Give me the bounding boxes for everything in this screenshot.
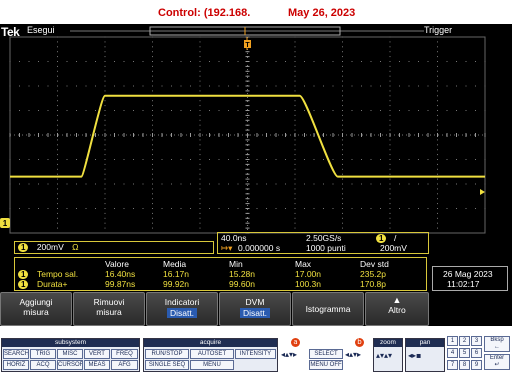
trigger-slope-icon: / xyxy=(394,233,397,243)
key-2[interactable]: 2 xyxy=(459,336,470,346)
meas-label-width: Durata+ xyxy=(37,279,68,289)
cursor-key[interactable]: CURSOR xyxy=(57,360,83,370)
key-9[interactable]: 9 xyxy=(471,360,482,370)
record-length: 1000 punti xyxy=(306,243,346,253)
zoom-group: zoom ▴▾▴▾ xyxy=(373,338,403,372)
ch1-coupling-icon: Ω xyxy=(72,242,79,252)
meas-max: 17.00n xyxy=(295,269,321,279)
key-7[interactable]: 7 xyxy=(447,360,458,370)
ch1-badge: 1 xyxy=(18,243,29,252)
misc-key[interactable]: MISC xyxy=(57,349,83,359)
meas-mean: 99.92n xyxy=(163,279,189,289)
key-6[interactable]: 6 xyxy=(471,348,482,358)
acquire-title: acquire xyxy=(144,339,277,347)
multipurpose-group: a b ◂▴▾▸ SELECT MENU OFF ◂▴▾▸ xyxy=(281,338,371,372)
histogram-button[interactable]: Istogramma xyxy=(292,292,364,326)
zoom-arrows-icon[interactable]: ▴▾▴▾ xyxy=(376,351,392,360)
meas-label-rise: Tempo sal. xyxy=(37,269,79,279)
acquire-group: acquire RUN/STOP AUTOSET INTENSITY SINGL… xyxy=(143,338,278,372)
key-8[interactable]: 8 xyxy=(459,360,470,370)
trigger-level: 200mV xyxy=(380,243,407,253)
enter-key[interactable]: Enter ↵ xyxy=(484,354,510,370)
meas-max: 100.3n xyxy=(295,279,321,289)
pan-title: pan xyxy=(406,339,444,347)
meas-stddev: 235.2p xyxy=(360,269,386,279)
table-row: 1 xyxy=(18,279,29,289)
meas-value: 99.87ns xyxy=(105,279,136,289)
freq-key[interactable]: FREQ xyxy=(111,349,138,359)
knob-a-arrows-icon[interactable]: ◂▴▾▸ xyxy=(281,350,297,359)
horizontal-position: 0.000000 s xyxy=(238,243,281,253)
oscilloscope-display: Tek Esegui Trigger T 1 1 200mV Ω 40.0ns … xyxy=(0,24,512,326)
meas-stddev: 170.8p xyxy=(360,279,386,289)
sample-rate: 2.50GS/s xyxy=(306,233,342,243)
ch1-scale: 200mV xyxy=(36,242,64,252)
meas-key[interactable]: MEAS xyxy=(84,360,110,370)
table-row: 1 xyxy=(18,269,29,279)
datetime-box: 26 Mag 2023 11:02:17 xyxy=(432,266,508,291)
trigger-source-badge: 1 xyxy=(376,233,387,243)
meas-min: 15.28n xyxy=(229,269,255,279)
col-media: Media xyxy=(163,259,187,269)
horizontal-scale: 40.0ns xyxy=(221,233,247,243)
col-valore: Valore xyxy=(105,259,129,269)
key-3[interactable]: 3 xyxy=(471,336,482,346)
key-5[interactable]: 5 xyxy=(459,348,470,358)
meas-value: 16.40ns xyxy=(105,269,136,279)
intensity-key[interactable]: INTENSITY xyxy=(235,349,276,359)
backspace-key[interactable]: Bksp ← xyxy=(484,336,510,352)
autoset-key[interactable]: AUTOSET xyxy=(190,349,234,359)
acq-key[interactable]: ACQ xyxy=(30,360,56,370)
measurement-table: Valore Media Min Max Dev std 1 Tempo sal… xyxy=(14,257,427,291)
record-view-bar xyxy=(70,26,424,36)
trigger-position-marker: T xyxy=(244,37,251,50)
col-max: Max xyxy=(295,259,312,269)
menu-key[interactable]: MENU xyxy=(190,360,234,370)
graticule-grid xyxy=(9,36,486,234)
pan-arrows-icon[interactable]: ◂▸▪ xyxy=(408,351,421,360)
control-address: Control: (192.168. xyxy=(158,7,251,19)
front-panel: subsystem SEARCH TRIG MISC VERT FREQ HOR… xyxy=(0,326,512,376)
meas-mean: 16.17n xyxy=(163,269,189,279)
more-button[interactable]: ▲ Altro xyxy=(365,292,429,326)
search-key[interactable]: SEARCH xyxy=(3,349,29,359)
add-measurement-button[interactable]: Aggiungi misura xyxy=(0,292,72,326)
ch1-ground-marker: 1 xyxy=(0,218,10,228)
vert-key[interactable]: VERT xyxy=(84,349,110,359)
indicators-button[interactable]: Indicatori Disatt. xyxy=(146,292,218,326)
chevron-up-icon: ▲ xyxy=(392,295,402,305)
current-date: 26 Mag 2023 xyxy=(443,269,493,279)
knob-b-arrows-icon[interactable]: ◂▴▾▸ xyxy=(345,350,361,359)
select-key[interactable]: SELECT xyxy=(309,349,343,359)
menu-off-key[interactable]: MENU OFF xyxy=(309,360,343,370)
horizontal-position-icon: ↦▾ xyxy=(221,243,233,253)
pan-group: pan ◂▸▪ xyxy=(405,338,445,372)
key-4[interactable]: 4 xyxy=(447,348,458,358)
timebase-box[interactable]: 40.0ns ↦▾ 0.000000 s 2.50GS/s 1000 punti… xyxy=(217,232,429,254)
knob-a-badge: a xyxy=(291,338,300,347)
horiz-key[interactable]: HORIZ xyxy=(3,360,29,370)
subsystem-group: subsystem SEARCH TRIG MISC VERT FREQ HOR… xyxy=(1,338,140,372)
trigger-level-arrow xyxy=(480,189,485,195)
header-date: May 26, 2023 xyxy=(288,7,356,19)
key-1[interactable]: 1 xyxy=(447,336,458,346)
col-devstd: Dev std xyxy=(360,259,389,269)
ch1-scale-box[interactable]: 1 200mV Ω xyxy=(14,241,214,254)
col-min: Min xyxy=(229,259,243,269)
zoom-title: zoom xyxy=(374,339,402,347)
trigger-marker-label: T xyxy=(245,42,250,49)
ch1-marker-label: 1 xyxy=(3,219,8,228)
header-bar: Control: (192.168. May 26, 2023 xyxy=(0,0,512,24)
trig-key[interactable]: TRIG xyxy=(30,349,56,359)
afg-key[interactable]: AFG xyxy=(111,360,138,370)
dvm-button[interactable]: DVM Disatt. xyxy=(219,292,291,326)
single-seq-key[interactable]: SINGLE SEQ xyxy=(145,360,189,370)
knob-b-badge: b xyxy=(355,338,364,347)
current-time: 11:02:17 xyxy=(447,279,480,289)
run-stop-key[interactable]: RUN/STOP xyxy=(145,349,189,359)
remove-measurement-button[interactable]: Rimuovi misura xyxy=(73,292,145,326)
subsystem-title: subsystem xyxy=(2,339,139,347)
numeric-keypad: 1 2 3 4 5 6 7 8 9 Bksp ← Enter ↵ xyxy=(447,336,511,374)
meas-min: 99.60n xyxy=(229,279,255,289)
